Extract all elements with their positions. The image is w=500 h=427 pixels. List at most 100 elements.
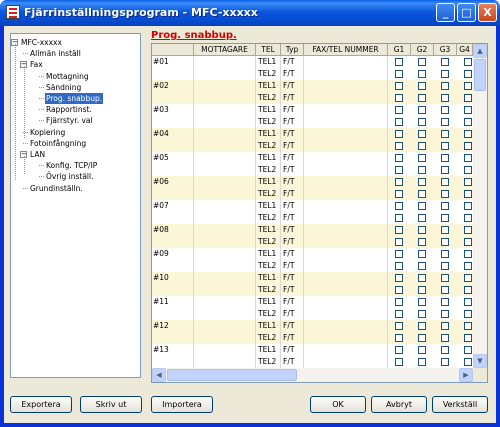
group-checkbox[interactable] [418, 250, 426, 258]
scrollbar-thumb[interactable] [167, 369, 297, 381]
tree-item[interactable]: LAN [29, 149, 46, 160]
group-checkbox[interactable] [418, 70, 426, 78]
group-checkbox[interactable] [418, 142, 426, 150]
close-button[interactable]: X [478, 3, 497, 22]
group-checkbox[interactable] [418, 346, 426, 354]
group-checkbox[interactable] [464, 178, 472, 186]
ok-button[interactable]: OK [310, 396, 366, 413]
fax-number-cell[interactable] [304, 80, 388, 92]
fax-number-cell[interactable] [304, 56, 388, 68]
type-cell[interactable]: F/T [283, 104, 304, 116]
group-checkbox[interactable] [441, 94, 449, 102]
type-cell[interactable]: F/T [283, 212, 304, 224]
group-checkbox[interactable] [395, 130, 403, 138]
tree-item[interactable]: Övrig inställ. [45, 171, 95, 182]
type-cell[interactable]: F/T [283, 56, 304, 68]
group-checkbox[interactable] [395, 106, 403, 114]
recipient-cell[interactable] [194, 272, 256, 284]
recipient-cell[interactable] [194, 92, 256, 104]
group-checkbox[interactable] [395, 262, 403, 270]
type-cell[interactable]: F/T [283, 68, 304, 80]
group-checkbox[interactable] [418, 310, 426, 318]
group-checkbox[interactable] [441, 322, 449, 330]
tree-item[interactable]: Prog. snabbup. [45, 93, 104, 104]
group-checkbox[interactable] [441, 358, 449, 366]
group-checkbox[interactable] [441, 130, 449, 138]
group-checkbox[interactable] [464, 58, 472, 66]
group-checkbox[interactable] [464, 118, 472, 126]
group-checkbox[interactable] [418, 226, 426, 234]
group-checkbox[interactable] [441, 142, 449, 150]
recipient-cell[interactable] [194, 80, 256, 92]
type-cell[interactable]: F/T [283, 320, 304, 332]
group-checkbox[interactable] [418, 58, 426, 66]
fax-number-cell[interactable] [304, 272, 388, 284]
type-cell[interactable]: F/T [283, 332, 304, 344]
type-cell[interactable]: F/T [283, 140, 304, 152]
group-checkbox[interactable] [418, 334, 426, 342]
group-checkbox[interactable] [418, 166, 426, 174]
group-checkbox[interactable] [441, 274, 449, 282]
group-checkbox[interactable] [418, 286, 426, 294]
group-checkbox[interactable] [395, 166, 403, 174]
type-cell[interactable]: F/T [283, 308, 304, 320]
group-checkbox[interactable] [395, 214, 403, 222]
group-checkbox[interactable] [418, 298, 426, 306]
tree-item[interactable]: Kopiering [29, 127, 66, 138]
group-checkbox[interactable] [441, 310, 449, 318]
group-checkbox[interactable] [441, 118, 449, 126]
group-checkbox[interactable] [395, 358, 403, 366]
title-bar[interactable]: Fjärrinställningsprogram - MFC-xxxxx _ □… [0, 0, 500, 26]
group-checkbox[interactable] [464, 238, 472, 246]
group-checkbox[interactable] [418, 262, 426, 270]
recipient-cell[interactable] [194, 308, 256, 320]
group-checkbox[interactable] [395, 82, 403, 90]
tree-item[interactable]: Sändning [45, 82, 82, 93]
group-checkbox[interactable] [418, 190, 426, 198]
fax-number-cell[interactable] [304, 260, 388, 272]
group-checkbox[interactable] [441, 178, 449, 186]
group-checkbox[interactable] [395, 286, 403, 294]
scroll-down-icon[interactable]: ▼ [473, 354, 487, 368]
group-checkbox[interactable] [441, 82, 449, 90]
type-cell[interactable]: F/T [283, 272, 304, 284]
column-header[interactable] [152, 44, 194, 56]
recipient-cell[interactable] [194, 320, 256, 332]
recipient-cell[interactable] [194, 200, 256, 212]
maximize-button[interactable]: □ [457, 3, 476, 22]
recipient-cell[interactable] [194, 128, 256, 140]
fax-number-cell[interactable] [304, 320, 388, 332]
scroll-right-icon[interactable]: ▶ [459, 368, 473, 382]
minimize-button[interactable]: _ [436, 3, 455, 22]
group-checkbox[interactable] [441, 190, 449, 198]
group-checkbox[interactable] [395, 238, 403, 246]
type-cell[interactable]: F/T [283, 260, 304, 272]
fax-number-cell[interactable] [304, 212, 388, 224]
fax-number-cell[interactable] [304, 200, 388, 212]
group-checkbox[interactable] [464, 358, 472, 366]
recipient-cell[interactable] [194, 152, 256, 164]
recipient-cell[interactable] [194, 260, 256, 272]
group-checkbox[interactable] [441, 166, 449, 174]
fax-number-cell[interactable] [304, 176, 388, 188]
apply-button[interactable]: Verkställ [432, 396, 488, 413]
fax-number-cell[interactable] [304, 68, 388, 80]
recipient-cell[interactable] [194, 140, 256, 152]
type-cell[interactable]: F/T [283, 164, 304, 176]
type-cell[interactable]: F/T [283, 176, 304, 188]
fax-number-cell[interactable] [304, 356, 388, 368]
recipient-cell[interactable] [194, 164, 256, 176]
type-cell[interactable]: F/T [283, 356, 304, 368]
group-checkbox[interactable] [395, 334, 403, 342]
group-checkbox[interactable] [464, 286, 472, 294]
type-cell[interactable]: F/T [283, 152, 304, 164]
group-checkbox[interactable] [441, 154, 449, 162]
group-checkbox[interactable] [418, 322, 426, 330]
group-checkbox[interactable] [418, 178, 426, 186]
group-checkbox[interactable] [464, 298, 472, 306]
recipient-cell[interactable] [194, 188, 256, 200]
recipient-cell[interactable] [194, 344, 256, 356]
group-checkbox[interactable] [464, 310, 472, 318]
fax-number-cell[interactable] [304, 104, 388, 116]
group-checkbox[interactable] [418, 106, 426, 114]
